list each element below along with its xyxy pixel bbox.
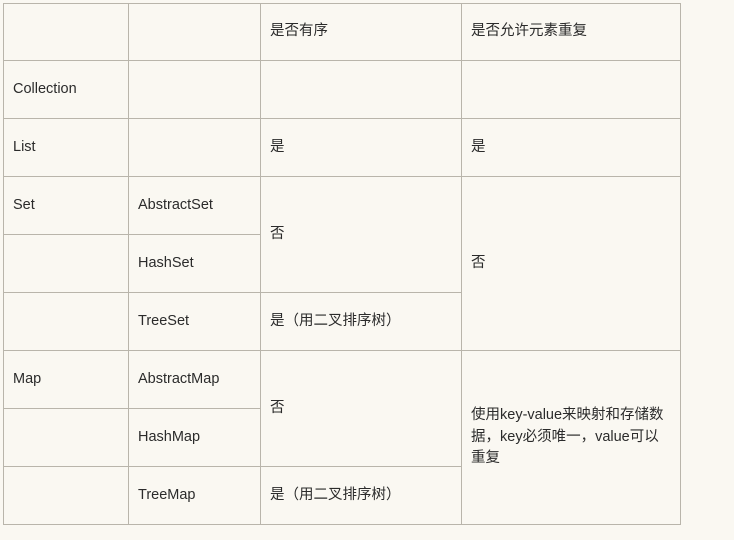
table-row: Collection: [4, 61, 681, 119]
cell-duplicates-list: 是: [462, 119, 681, 177]
cell-duplicates-collection: [462, 61, 681, 119]
cell-interface-set: Set: [4, 177, 129, 235]
collection-comparison-table: 是否有序 是否允许元素重复 Collection List 是 是 Set Ab…: [3, 3, 681, 525]
table-row: Map AbstractMap 否 使用key-value来映射和存储数据，ke…: [4, 351, 681, 525]
cell-ordered-list: 是: [261, 119, 462, 177]
cell-implementation-list: [129, 119, 261, 177]
table-row: Set AbstractSet 否 否: [4, 177, 681, 351]
cell-ordered-treemap: 是（用二叉排序树）: [261, 467, 462, 525]
cell-implementation-abstractmap: AbstractMap: [129, 351, 261, 409]
cell-interface-map-cont-2: [4, 467, 129, 525]
header-cell-implementation: [129, 4, 261, 61]
header-cell-ordered: 是否有序: [261, 4, 462, 61]
cell-interface-map: Map: [4, 351, 129, 409]
table-header-row: 是否有序 是否允许元素重复: [4, 4, 681, 61]
cell-interface-collection: Collection: [4, 61, 129, 119]
cell-implementation-abstractset: AbstractSet: [129, 177, 261, 235]
header-cell-interface: [4, 4, 129, 61]
cell-implementation-hashset: HashSet: [129, 235, 261, 293]
cell-implementation-treemap: TreeMap: [129, 467, 261, 525]
cell-implementation-treeset: TreeSet: [129, 293, 261, 351]
cell-duplicates-map-group: 使用key-value来映射和存储数据，key必须唯一，value可以重复: [462, 351, 681, 525]
table-row: List 是 是: [4, 119, 681, 177]
comparison-table-container: 是否有序 是否允许元素重复 Collection List 是 是 Set Ab…: [3, 3, 681, 525]
cell-interface-set-cont-2: [4, 293, 129, 351]
cell-implementation-collection: [129, 61, 261, 119]
cell-ordered-set-group: 否: [261, 177, 462, 293]
cell-ordered-treeset: 是（用二叉排序树）: [261, 293, 462, 351]
cell-ordered-collection: [261, 61, 462, 119]
cell-ordered-map-group: 否: [261, 351, 462, 467]
header-cell-duplicates: 是否允许元素重复: [462, 4, 681, 61]
cell-implementation-hashmap: HashMap: [129, 409, 261, 467]
cell-interface-list: List: [4, 119, 129, 177]
cell-duplicates-set-group: 否: [462, 177, 681, 351]
cell-interface-set-cont: [4, 235, 129, 293]
cell-interface-map-cont: [4, 409, 129, 467]
